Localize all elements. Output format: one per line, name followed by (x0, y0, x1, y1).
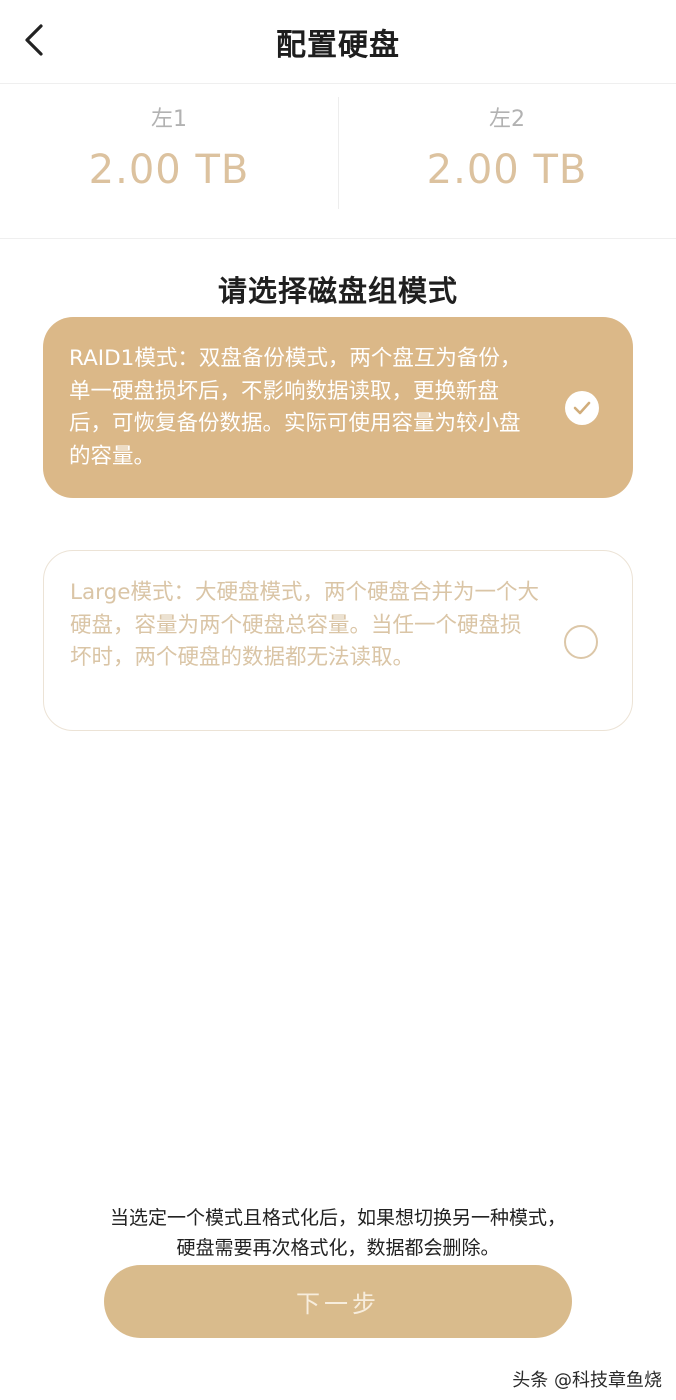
mode-option-large[interactable]: Large模式：大硬盘模式，两个硬盘合并为一个大硬盘，容量为两个硬盘总容量。当任… (43, 550, 633, 731)
radio-checked-icon[interactable] (565, 391, 599, 425)
header: 配置硬盘 (0, 0, 676, 84)
disk-summary: 左1 2.00 TB 左2 2.00 TB (0, 85, 676, 239)
check-icon (573, 401, 591, 415)
mode-description: Large模式：大硬盘模式，两个硬盘合并为一个大硬盘，容量为两个硬盘总容量。当任… (70, 580, 539, 670)
format-warning-line: 当选定一个模式且格式化后，如果想切换另一种模式， (109, 1207, 566, 1229)
section-title: 请选择磁盘组模式 (217, 274, 458, 308)
disk-name: 左2 (489, 107, 525, 132)
disk-left-1: 左1 2.00 TB (0, 85, 338, 238)
page: 配置硬盘 左1 2.00 TB 左2 2.00 TB 请选择磁盘组模式 RAID… (0, 0, 676, 1400)
disk-name: 左1 (151, 107, 187, 132)
mode-option-raid1[interactable]: RAID1模式：双盘备份模式，两个盘互为备份，单一硬盘损坏后，不影响数据读取，更… (43, 317, 633, 498)
next-button[interactable]: 下一步 (104, 1265, 572, 1338)
disk-size: 2.00 TB (88, 147, 250, 193)
format-warning: 当选定一个模式且格式化后，如果想切换另一种模式， 硬盘需要再次格式化，数据都会删… (0, 1203, 676, 1263)
disk-left-2: 左2 2.00 TB (338, 85, 676, 238)
mode-description: RAID1模式：双盘备份模式，两个盘互为备份，单一硬盘损坏后，不影响数据读取，更… (69, 346, 522, 469)
disk-size: 2.00 TB (426, 147, 588, 193)
watermark: 头条 @科技章鱼烧 (512, 1370, 662, 1391)
radio-unchecked-icon[interactable] (564, 625, 598, 659)
format-warning-line: 硬盘需要再次格式化，数据都会删除。 (176, 1237, 500, 1259)
page-title: 配置硬盘 (276, 28, 400, 63)
